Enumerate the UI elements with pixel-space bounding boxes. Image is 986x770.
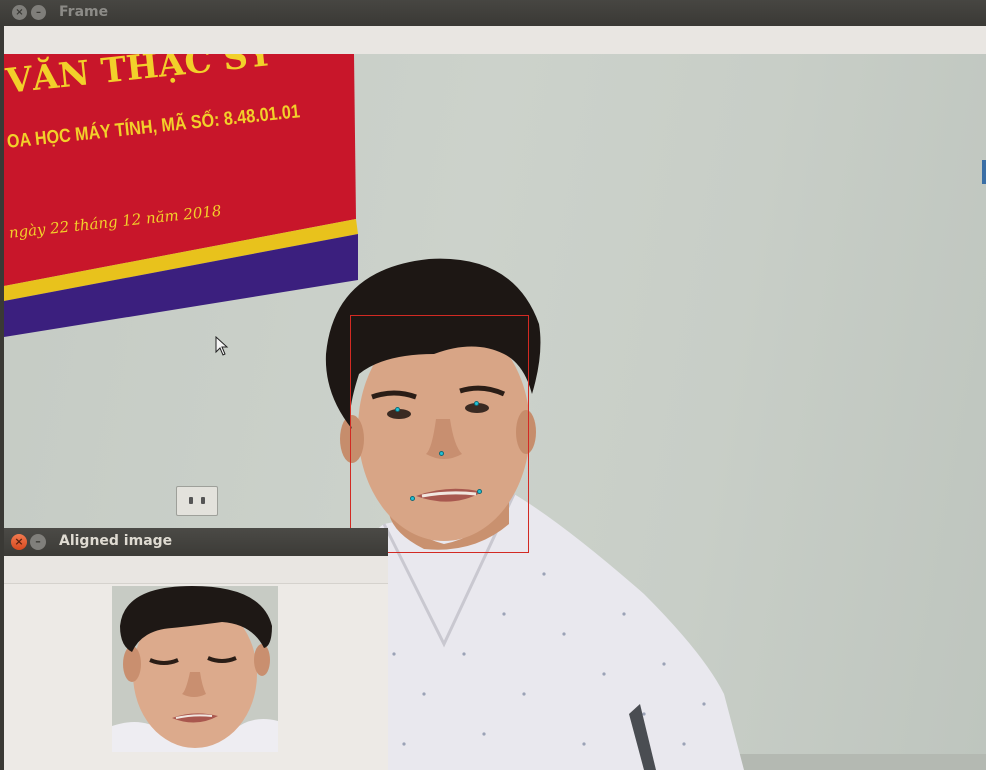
edge-marker: [982, 160, 986, 184]
minimize-icon[interactable]: –: [31, 5, 46, 20]
landmark-right-eye: [474, 401, 479, 406]
landmark-mouth-left: [410, 496, 415, 501]
landmark-left-eye: [395, 407, 400, 412]
landmark-mouth-right: [477, 489, 482, 494]
main-titlebar[interactable]: × – Frame: [0, 0, 986, 26]
aligned-window-title: Aligned image: [59, 533, 173, 549]
aligned-titlebar[interactable]: × – Aligned image: [4, 528, 388, 556]
aligned-image-area: [4, 584, 388, 770]
aligned-image-window: × – Aligned image: [4, 528, 388, 770]
close-icon[interactable]: ×: [11, 534, 27, 550]
aligned-face-image: [112, 586, 278, 752]
window-toolbar-strip: [4, 26, 986, 54]
close-icon[interactable]: ×: [12, 5, 27, 20]
face-detection-box: [350, 315, 529, 553]
aligned-toolbar-strip: [4, 556, 388, 584]
mouse-pointer-icon: [215, 336, 229, 356]
window-title: Frame: [59, 4, 109, 20]
landmark-nose: [439, 451, 444, 456]
minimize-icon[interactable]: –: [30, 534, 46, 550]
